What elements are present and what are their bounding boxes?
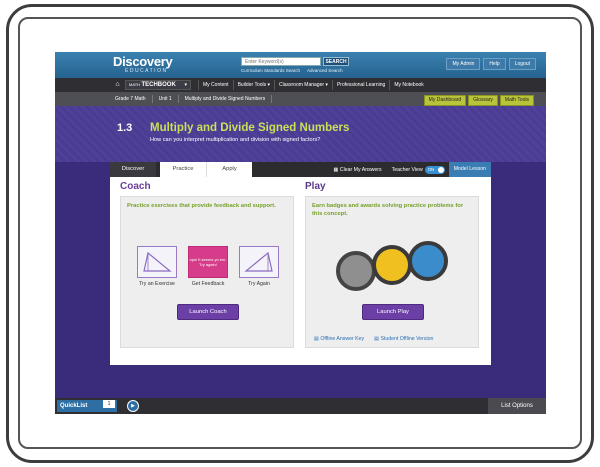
- badges-group: [336, 241, 450, 295]
- clear-answers-label: Clear My Answers: [339, 166, 382, 173]
- home-icon[interactable]: ⌂: [113, 80, 122, 89]
- nav-builder-tools[interactable]: Builder Tools ▾: [232, 80, 274, 90]
- offline-answer-key-label: Offline Answer Key: [320, 336, 365, 342]
- clear-answers-button[interactable]: ▦ Clear My Answers: [333, 167, 381, 173]
- discovery-logo-sub: EDUCATION: [125, 68, 168, 74]
- play-description: Earn badges and awards solving practice …: [312, 203, 464, 217]
- list-options-button[interactable]: List Options: [488, 398, 546, 414]
- lesson-banner: 1.3 Multiply and Divide Signed Numbers H…: [55, 106, 546, 162]
- search-button[interactable]: SEARCH: [323, 57, 349, 66]
- my-admin-link[interactable]: My Admin: [446, 58, 481, 70]
- teacher-view-label: Teacher View: [391, 166, 423, 173]
- step-try-again: Try Again: [239, 246, 279, 287]
- triangle-exercise-icon: [137, 246, 177, 278]
- techbook-label: TECHBOOK: [141, 82, 176, 88]
- tab-tools: ▦ Clear My Answers Teacher View ON Model…: [333, 162, 491, 177]
- offline-answer-key-link[interactable]: ▤ Offline Answer Key: [314, 336, 364, 342]
- lesson-title: Multiply and Divide Signed Numbers: [150, 122, 350, 134]
- breadcrumb-grade[interactable]: Grade 7 Math: [115, 95, 153, 103]
- main-nav: ⌂ MATH TECHBOOK ▾ My Content Builder Too…: [55, 78, 546, 92]
- nav-my-notebook[interactable]: My Notebook: [389, 80, 427, 90]
- launch-coach-button[interactable]: Launch Coach: [177, 304, 239, 320]
- quicklist-label: QuickList: [60, 403, 88, 409]
- student-offline-version-link[interactable]: ▤ Student Offline Version: [374, 336, 433, 342]
- advanced-search-link[interactable]: Advanced Search: [307, 68, 343, 73]
- glossary-button[interactable]: Glossary: [468, 95, 498, 106]
- step-get-feedback: ops! It seems yo em. Try again! Get Feed…: [188, 246, 228, 287]
- quick-buttons: My Dashboard Glossary Math Tools: [423, 95, 534, 106]
- coach-section: Coach Practice exercises that provide fe…: [120, 181, 294, 348]
- tab-apply[interactable]: Apply: [206, 162, 252, 177]
- coach-description: Practice exercises that provide feedback…: [127, 203, 276, 209]
- math-tools-button[interactable]: Math Tools: [499, 95, 534, 106]
- tab-practice[interactable]: Practice: [160, 162, 206, 177]
- my-dashboard-button[interactable]: My Dashboard: [423, 95, 467, 106]
- tab-discover[interactable]: Discover: [110, 162, 156, 177]
- step-label: Try an Exercise: [139, 281, 175, 287]
- nav-classroom-manager[interactable]: Classroom Manager ▾: [274, 80, 332, 90]
- browser-screen: Discovery EDUCATION SEARCH Curriculum St…: [55, 52, 546, 414]
- nav-professional-learning[interactable]: Professional Learning: [331, 80, 389, 90]
- model-lesson-button[interactable]: Model Lesson: [448, 162, 491, 177]
- document-icon: ▤: [374, 336, 379, 342]
- nav-items: My Content Builder Tools ▾ Classroom Man…: [198, 80, 428, 90]
- logout-link[interactable]: Logout: [508, 58, 536, 70]
- bottom-bar: QuickList 1 ▶ List Options: [55, 398, 546, 414]
- blue-badge-icon: [408, 241, 448, 281]
- document-icon: ▤: [314, 336, 319, 342]
- triangle-retry-icon: [239, 246, 279, 278]
- breadcrumb-bar: Grade 7 Math Unit 1 Multiply and Divide …: [55, 92, 546, 106]
- breadcrumb-lesson[interactable]: Multiply and Divide Signed Numbers: [179, 95, 273, 103]
- play-icon[interactable]: ▶: [127, 400, 139, 412]
- breadcrumb: Grade 7 Math Unit 1 Multiply and Divide …: [115, 95, 273, 103]
- launch-play-button[interactable]: Launch Play: [362, 304, 424, 320]
- offline-links: ▤ Offline Answer Key ▤ Student Offline V…: [314, 336, 433, 342]
- account-links: My Admin Help Logout: [446, 58, 536, 70]
- teacher-view-toggle[interactable]: ON: [424, 165, 445, 174]
- discovery-logo[interactable]: Discovery: [113, 55, 173, 68]
- search-input[interactable]: [241, 57, 321, 66]
- play-title: Play: [305, 181, 326, 192]
- coach-card: Practice exercises that provide feedback…: [120, 196, 294, 348]
- play-section: Play Earn badges and awards solving prac…: [305, 181, 479, 348]
- techbook-selector[interactable]: MATH TECHBOOK ▾: [125, 80, 191, 90]
- step-label: Try Again: [248, 281, 270, 287]
- coach-title: Coach: [120, 181, 151, 192]
- chevron-down-icon: ▾: [184, 82, 187, 88]
- lesson-tabs: Discover Practice Apply ▦ Clear My Answe…: [110, 162, 491, 177]
- help-link[interactable]: Help: [483, 58, 506, 70]
- quicklist-count: 1: [103, 400, 115, 408]
- gold-badge-icon: [372, 245, 412, 285]
- standards-search-link[interactable]: Curriculum Standards Search: [241, 68, 300, 73]
- table-icon: ▦: [333, 166, 339, 173]
- step-try-exercise: Try an Exercise: [137, 246, 177, 287]
- step-label: Get Feedback: [191, 281, 225, 287]
- silver-badge-icon: [336, 251, 376, 291]
- search-links: Curriculum Standards Search Advanced Sea…: [241, 68, 349, 73]
- breadcrumb-unit[interactable]: Unit 1: [153, 95, 179, 103]
- site-header: Discovery EDUCATION SEARCH Curriculum St…: [55, 52, 546, 78]
- practice-panel: Coach Practice exercises that provide fe…: [110, 177, 491, 365]
- lesson-number: 1.3: [117, 122, 133, 134]
- student-offline-label: Student Offline Version: [380, 336, 434, 342]
- play-card: Earn badges and awards solving practice …: [305, 196, 479, 348]
- techbook-prefix: MATH: [129, 82, 141, 87]
- nav-my-content[interactable]: My Content: [198, 80, 233, 90]
- feedback-message-icon: ops! It seems yo em. Try again!: [188, 246, 228, 278]
- lesson-question: How can you interpret multiplication and…: [150, 137, 321, 143]
